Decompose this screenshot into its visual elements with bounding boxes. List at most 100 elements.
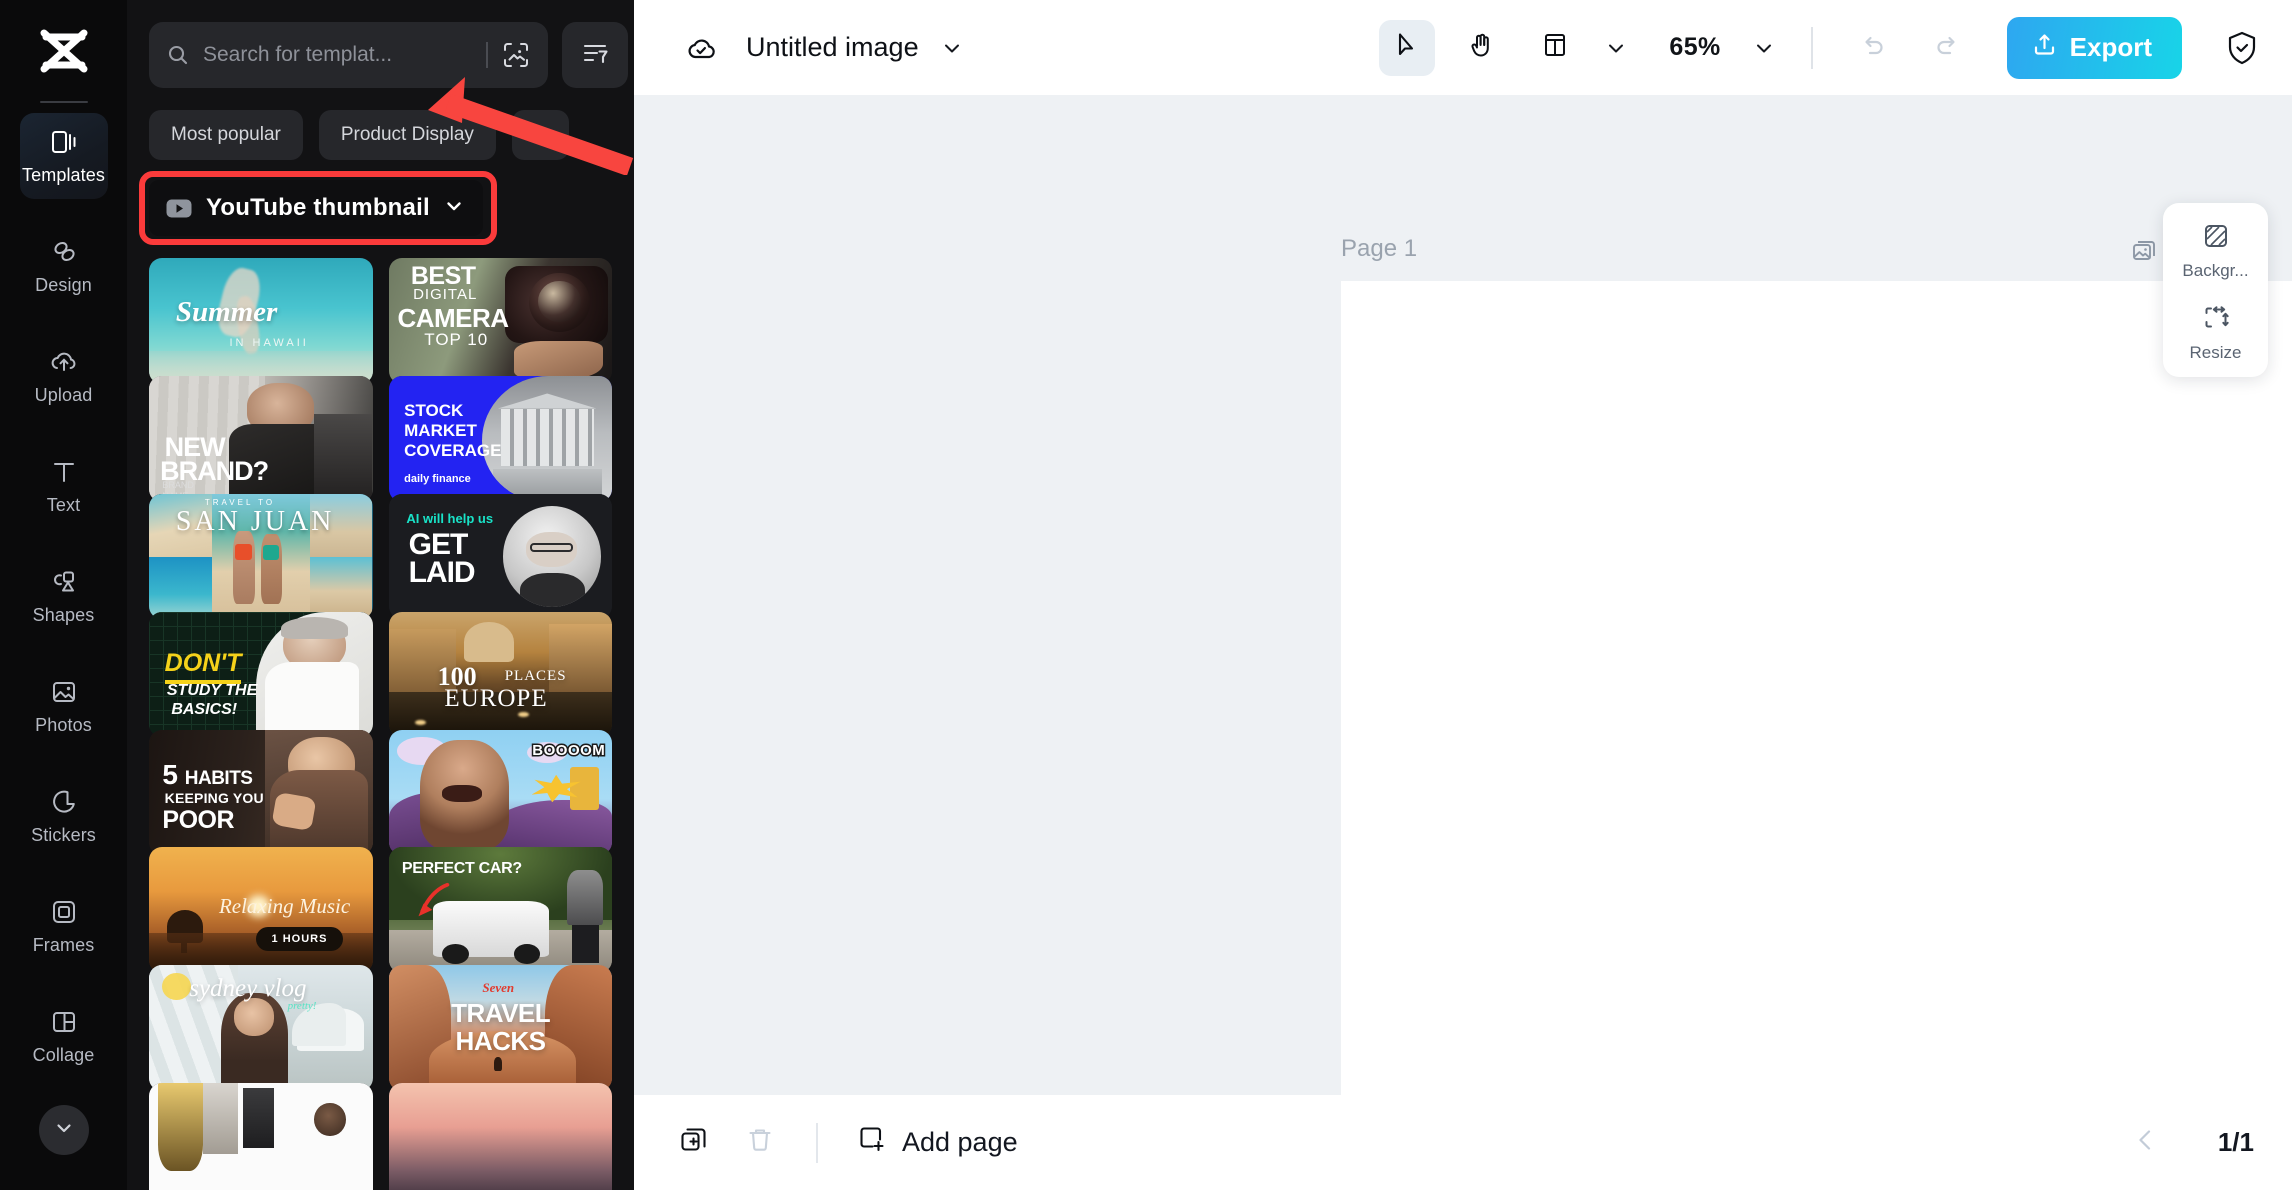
layout-tool-button[interactable]: [1527, 20, 1583, 76]
template-title-line2: DIGITAL: [413, 286, 477, 303]
template-title-line2: HACKS: [456, 1026, 546, 1057]
cursor-icon: [1392, 30, 1422, 65]
templates-icon: [48, 126, 80, 158]
canvas-area[interactable]: Page 1: [634, 95, 2292, 1095]
add-page-button[interactable]: Add page: [846, 1123, 1028, 1162]
layout-chevron-down-icon[interactable]: [1601, 33, 1631, 63]
chip-partial[interactable]: P: [512, 110, 569, 160]
template-title: sydney vlog: [189, 975, 306, 1003]
upload-icon: [2031, 31, 2058, 65]
template-card[interactable]: BOOOOM: [389, 730, 613, 856]
sidebar-label: Stickers: [31, 825, 96, 846]
sidebar-item-templates[interactable]: Templates: [20, 113, 108, 199]
redo-icon: [1933, 31, 1961, 64]
sidebar-item-design[interactable]: Design: [20, 223, 108, 309]
filter-chips: Most popular Product Display P: [149, 110, 612, 160]
sidebar-item-frames[interactable]: Frames: [20, 883, 108, 969]
sidebar-item-photos[interactable]: Photos: [20, 663, 108, 749]
previous-page-button[interactable]: [2118, 1115, 2174, 1171]
template-card[interactable]: Relaxing Music 1 HOURS: [149, 847, 373, 973]
bottom-divider: [816, 1123, 818, 1163]
template-card[interactable]: Seven TRAVEL HACKS: [389, 965, 613, 1091]
template-subtitle: AI will help us: [406, 511, 493, 526]
editor-area: Untitled image: [634, 0, 2292, 1190]
export-button[interactable]: Export: [2007, 17, 2182, 79]
duplicate-page-icon[interactable]: [2128, 235, 2162, 269]
chip-label: Product Display: [341, 124, 474, 146]
top-toolbar: Untitled image: [634, 0, 2292, 95]
template-card[interactable]: [149, 1083, 373, 1190]
template-card[interactable]: [389, 1083, 613, 1190]
sticker-icon: [48, 786, 80, 818]
category-selector[interactable]: YouTube thumbnail: [149, 180, 483, 236]
sidebar-item-upload[interactable]: Upload: [20, 333, 108, 419]
frames-icon: [48, 896, 80, 928]
chip-most-popular[interactable]: Most popular: [149, 110, 303, 160]
sidebar-label: Upload: [35, 385, 93, 406]
background-button[interactable]: Backgr...: [2163, 219, 2268, 281]
sidebar-label: Shapes: [33, 605, 95, 626]
template-card[interactable]: DON'T STUDY THE BASICS!: [149, 612, 373, 738]
photos-icon: [48, 676, 80, 708]
template-title-word: HABITS: [185, 768, 253, 790]
search-input[interactable]: [203, 43, 474, 67]
shield-check-icon[interactable]: [2218, 24, 2266, 72]
chip-label: Most popular: [171, 124, 281, 146]
zoom-level: 65%: [1669, 33, 1720, 62]
page-canvas[interactable]: [1341, 281, 2292, 1095]
template-subtitle-line1: KEEPING YOU: [165, 790, 264, 806]
hand-icon: [1466, 30, 1496, 65]
sidebar-label: Design: [35, 275, 92, 296]
sidebar-item-stickers[interactable]: Stickers: [20, 773, 108, 859]
zoom-chevron-down-icon[interactable]: [1749, 33, 1779, 63]
template-card[interactable]: 100 PLACES EUROPE: [389, 612, 613, 738]
sidebar-item-collage[interactable]: Collage: [20, 993, 108, 1079]
template-card[interactable]: sydney vlog pretty!: [149, 965, 373, 1091]
capcut-editor-app: Templates Design Uploa: [0, 0, 2292, 1190]
template-card[interactable]: NEW BRAND? BRANDNAME: [149, 376, 373, 502]
template-subtitle: TRAVEL TO: [205, 498, 275, 507]
sidebar-more-button[interactable]: [39, 1105, 89, 1155]
template-card[interactable]: 5 HABITS KEEPING YOU POOR: [149, 730, 373, 856]
duplicate-button[interactable]: [666, 1115, 722, 1171]
filter-button[interactable]: [562, 22, 628, 88]
hand-tool-button[interactable]: [1453, 20, 1509, 76]
template-title: PERFECT CAR?: [402, 860, 522, 878]
bottom-toolbar: Add page 1/1: [634, 1095, 2292, 1190]
template-title-number: 5: [162, 762, 178, 787]
template-title: Relaxing Music: [219, 894, 350, 919]
sidebar-label: Frames: [33, 935, 95, 956]
sidebar-label: Collage: [33, 1045, 95, 1066]
sidebar-item-text[interactable]: Text: [20, 443, 108, 529]
template-card[interactable]: TRAVEL TO SAN JUAN: [149, 494, 373, 620]
template-subtitle: STUDY THE BASICS!: [167, 681, 257, 719]
left-sidebar: Templates Design Uploa: [0, 0, 127, 1190]
template-card[interactable]: AI will help us GETLAID: [389, 494, 613, 620]
redo-button[interactable]: [1919, 20, 1975, 76]
templates-panel: Most popular Product Display P: [127, 0, 634, 1190]
template-card[interactable]: BEST DIGITAL CAMERA TOP 10: [389, 258, 613, 384]
search-box[interactable]: [149, 22, 548, 88]
document-title-chevron-down-icon[interactable]: [937, 33, 967, 63]
resize-button[interactable]: Resize: [2163, 301, 2268, 363]
template-card[interactable]: Summer IN HAWAII: [149, 258, 373, 384]
undo-icon: [1859, 31, 1887, 64]
template-title: GETLAID: [409, 531, 475, 586]
image-search-icon[interactable]: [500, 39, 532, 71]
sidebar-item-shapes[interactable]: Shapes: [20, 553, 108, 639]
template-card[interactable]: STOCKMARKETCOVERAGE daily finance: [389, 376, 613, 502]
template-card[interactable]: PERFECT CAR?: [389, 847, 613, 973]
sidebar-label: Templates: [22, 165, 105, 186]
select-tool-button[interactable]: [1379, 20, 1435, 76]
search-divider: [486, 42, 488, 68]
page-indicator: 1/1: [2218, 1127, 2254, 1158]
undo-button[interactable]: [1845, 20, 1901, 76]
canvas-float-panel: Backgr... Resize: [2163, 203, 2268, 377]
template-subtitle: TOP 10: [424, 330, 488, 350]
template-subtitle-line2: POOR: [162, 806, 234, 835]
template-subtitle: Seven: [482, 980, 514, 996]
shapes-icon: [48, 566, 80, 598]
trash-icon: [745, 1125, 775, 1160]
chip-product-display[interactable]: Product Display: [319, 110, 496, 160]
delete-button[interactable]: [732, 1115, 788, 1171]
